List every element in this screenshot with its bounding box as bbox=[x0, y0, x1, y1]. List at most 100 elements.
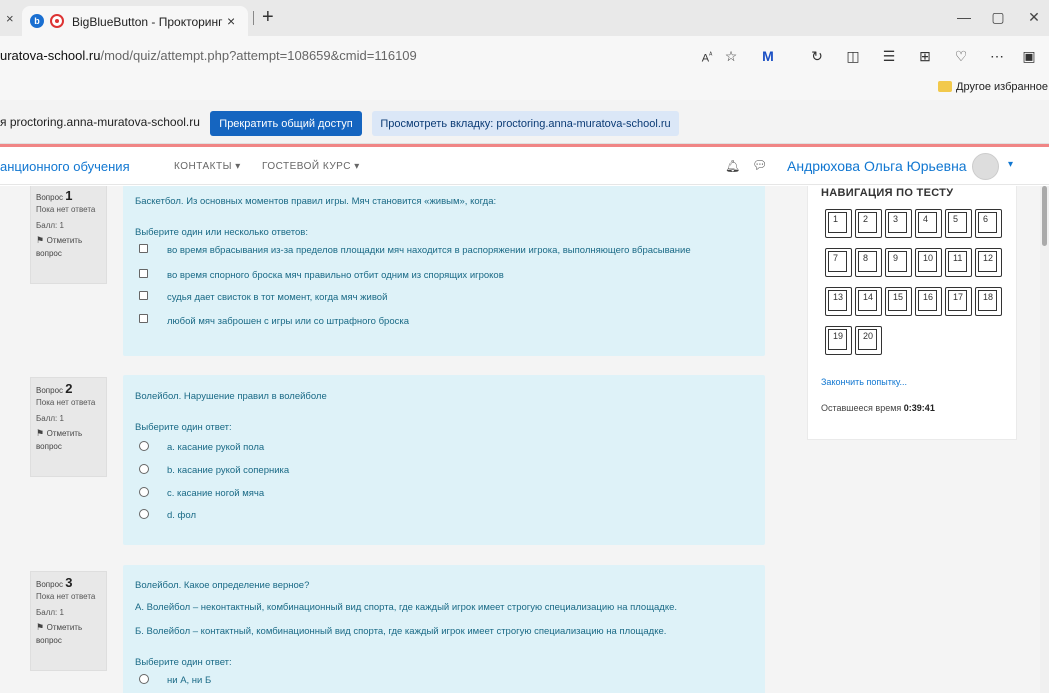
nav-guest-course[interactable]: ГОСТЕВОЙ КУРС ▾ bbox=[262, 161, 360, 172]
collections-icon[interactable]: ⊞ bbox=[914, 46, 936, 66]
tab-close-icon[interactable]: × bbox=[227, 13, 235, 29]
folder-icon bbox=[938, 81, 952, 92]
answer-option-label[interactable]: c. касание ногой мяча bbox=[167, 488, 264, 499]
answer-option-label[interactable]: судья дает свисток в тот момент, когда м… bbox=[167, 292, 387, 303]
question-points: Балл: 1 bbox=[36, 221, 64, 230]
question-number: Вопрос 1 bbox=[36, 188, 73, 203]
sidebar-toggle-icon[interactable]: ▣ bbox=[1018, 46, 1040, 66]
quiz-nav-button[interactable]: 10 bbox=[915, 248, 942, 277]
question-number: Вопрос 3 bbox=[36, 575, 73, 590]
answer-checkbox[interactable] bbox=[139, 314, 148, 323]
more-menu-icon[interactable]: ⋯ bbox=[986, 46, 1008, 66]
tab-separator bbox=[253, 11, 254, 25]
browser-tab-bar: × b BigBlueButton - Прокторинг × + — ▢ ✕ bbox=[0, 0, 1049, 36]
answer-option-label[interactable]: во время вбрасывания из-за пределов площ… bbox=[167, 245, 691, 256]
answer-prompt: Выберите один или несколько ответов: bbox=[135, 227, 308, 238]
quiz-nav-button[interactable]: 4 bbox=[915, 209, 942, 238]
site-navbar: анционного обучения КОНТАКТЫ ▾ ГОСТЕВОЙ … bbox=[0, 147, 1049, 185]
question-info-2: Вопрос 2 Пока нет ответа Балл: 1 ⚑ Отмет… bbox=[30, 377, 107, 477]
question-status: Пока нет ответа bbox=[36, 205, 96, 214]
quiz-nav-button[interactable]: 5 bbox=[945, 209, 972, 238]
answer-option-label[interactable]: ни А, ни Б bbox=[167, 675, 211, 686]
scrollbar-thumb[interactable] bbox=[1042, 186, 1047, 246]
window-close-icon[interactable]: ✕ bbox=[1024, 9, 1044, 26]
messages-chat-icon[interactable]: 💬︎ bbox=[752, 158, 767, 172]
flag-icon: ⚑ bbox=[36, 622, 45, 632]
restore-icon[interactable]: ▢ bbox=[988, 9, 1008, 26]
quiz-nav-button[interactable]: 2 bbox=[855, 209, 882, 238]
quiz-nav-button[interactable]: 8 bbox=[855, 248, 882, 277]
user-menu-chevron-down-icon[interactable]: ▾ bbox=[1008, 159, 1013, 170]
question-points: Балл: 1 bbox=[36, 414, 64, 423]
quiz-nav-button[interactable]: 18 bbox=[975, 287, 1002, 316]
answer-radio[interactable] bbox=[139, 674, 149, 684]
flag-question-link[interactable]: ⚑ Отметить вопрос bbox=[36, 427, 101, 453]
question-text: Баскетбол. Из основных моментов правил и… bbox=[135, 196, 497, 207]
question-number: Вопрос 2 bbox=[36, 381, 73, 396]
question-box-1: Баскетбол. Из основных моментов правил и… bbox=[123, 186, 765, 356]
answer-radio[interactable] bbox=[139, 509, 149, 519]
quiz-nav-button[interactable]: 19 bbox=[825, 326, 852, 355]
address-bar: uratova-school.ru/mod/quiz/attempt.php?a… bbox=[0, 36, 1049, 76]
answer-radio[interactable] bbox=[139, 464, 149, 474]
answer-radio[interactable] bbox=[139, 441, 149, 451]
answer-option-label[interactable]: любой мяч заброшен с игры или со штрафно… bbox=[167, 316, 409, 327]
extension-m-icon[interactable]: M bbox=[757, 46, 779, 66]
time-remaining: Оставшееся время 0:39:41 bbox=[821, 403, 935, 413]
answer-radio[interactable] bbox=[139, 487, 149, 497]
stop-sharing-button[interactable]: Прекратить общий доступ bbox=[210, 111, 362, 136]
quiz-navigation-panel: НАВИГАЦИЯ ПО ТЕСТУ 1 2 3 4 5 6 7 8 9 10 11 12 13 14 15… bbox=[807, 186, 1017, 440]
user-name-link[interactable]: Андрюхова Ольга Юрьевна bbox=[787, 158, 967, 174]
answer-checkbox[interactable] bbox=[139, 269, 148, 278]
quiz-nav-button[interactable]: 6 bbox=[975, 209, 1002, 238]
quiz-nav-button[interactable]: 13 bbox=[825, 287, 852, 316]
finish-attempt-link[interactable]: Закончить попытку... bbox=[821, 377, 907, 387]
answer-checkbox[interactable] bbox=[139, 291, 148, 300]
refresh-icon[interactable]: ↻ bbox=[806, 46, 828, 66]
quiz-nav-button[interactable]: 7 bbox=[825, 248, 852, 277]
answer-checkbox[interactable] bbox=[139, 244, 148, 253]
quiz-nav-button[interactable]: 17 bbox=[945, 287, 972, 316]
site-brand-link[interactable]: анционного обучения bbox=[0, 159, 130, 174]
favorites-bar: Другое избранное bbox=[0, 76, 1049, 100]
page-scrollbar[interactable] bbox=[1040, 186, 1049, 693]
avatar[interactable] bbox=[972, 153, 999, 180]
nav-contacts[interactable]: КОНТАКТЫ ▾ bbox=[174, 161, 241, 172]
answer-option-label[interactable]: b. касание рукой соперника bbox=[167, 465, 289, 476]
share-info-text: я proctoring.anna-muratova-school.ru bbox=[0, 115, 200, 129]
split-screen-icon[interactable]: ◫ bbox=[842, 46, 864, 66]
url-field[interactable]: uratova-school.ru/mod/quiz/attempt.php?a… bbox=[0, 36, 700, 76]
flag-icon: ⚑ bbox=[36, 235, 45, 245]
screen-share-bar: я proctoring.anna-muratova-school.ru Пре… bbox=[0, 100, 1049, 144]
quiz-nav-button[interactable]: 1 bbox=[825, 209, 852, 238]
browser-essentials-icon[interactable]: ♡ bbox=[950, 46, 972, 66]
read-aloud-icon[interactable]: Aᴬ bbox=[696, 46, 718, 66]
flag-icon: ⚑ bbox=[36, 428, 45, 438]
view-tab-button[interactable]: Просмотреть вкладку: proctoring.anna-mur… bbox=[372, 111, 679, 136]
other-favorites-link[interactable]: Другое избранное bbox=[956, 81, 1048, 93]
favorite-star-icon[interactable]: ☆ bbox=[720, 46, 742, 66]
new-tab-button[interactable]: + bbox=[262, 6, 274, 29]
question-info-3: Вопрос 3 Пока нет ответа Балл: 1 ⚑ Отмет… bbox=[30, 571, 107, 671]
quiz-nav-title: НАВИГАЦИЯ ПО ТЕСТУ bbox=[821, 187, 954, 199]
answer-option-label[interactable]: во время спорного броска мяч правильно о… bbox=[167, 270, 504, 281]
minimize-icon[interactable]: — bbox=[954, 9, 974, 25]
question-points: Балл: 1 bbox=[36, 608, 64, 617]
favorites-list-icon[interactable]: ☰ bbox=[878, 46, 900, 66]
active-tab[interactable]: b BigBlueButton - Прокторинг × bbox=[22, 6, 248, 36]
answer-option-label[interactable]: a. касание рукой пола bbox=[167, 442, 264, 453]
flag-question-link[interactable]: ⚑ Отметить вопрос bbox=[36, 621, 101, 647]
quiz-nav-button[interactable]: 20 bbox=[855, 326, 882, 355]
quiz-nav-button[interactable]: 15 bbox=[885, 287, 912, 316]
notifications-bell-icon[interactable]: 🔔︎ bbox=[725, 159, 740, 173]
quiz-nav-button[interactable]: 12 bbox=[975, 248, 1002, 277]
quiz-nav-button[interactable]: 3 bbox=[885, 209, 912, 238]
answer-option-label[interactable]: d. фол bbox=[167, 510, 196, 521]
prev-tab-close-icon[interactable]: × bbox=[6, 11, 14, 26]
question-status: Пока нет ответа bbox=[36, 398, 96, 407]
quiz-nav-button[interactable]: 11 bbox=[945, 248, 972, 277]
quiz-nav-button[interactable]: 16 bbox=[915, 287, 942, 316]
quiz-nav-button[interactable]: 14 bbox=[855, 287, 882, 316]
flag-question-link[interactable]: ⚑ Отметить вопрос bbox=[36, 234, 101, 260]
quiz-nav-button[interactable]: 9 bbox=[885, 248, 912, 277]
